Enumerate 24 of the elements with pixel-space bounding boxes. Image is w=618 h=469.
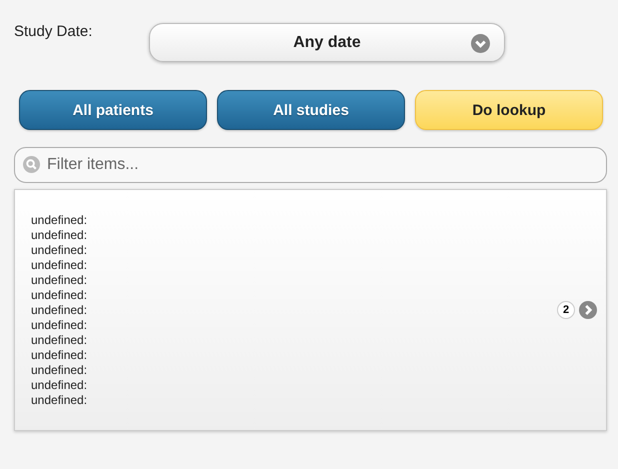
item-line: undefined: — [31, 332, 88, 348]
item-line: undefined: — [31, 362, 88, 378]
filter-field[interactable]: Filter items... — [14, 147, 607, 183]
item-line: undefined: — [31, 212, 88, 228]
item-line: undefined: — [31, 318, 88, 332]
list-item[interactable]: undefined: undefined: undefined: undefined: undefined: undefined: undefined: undefined: undefined: undefined: undefined: undefined: undefined: 2 — [14, 189, 607, 431]
chevron-right-icon — [579, 301, 597, 319]
item-line: undefined: — [31, 288, 88, 302]
item-line: undefined: — [31, 242, 88, 258]
action-button[interactable]: All studies — [217, 90, 405, 130]
count-badge: 2 — [557, 301, 575, 319]
action-button[interactable]: All patients — [19, 90, 207, 130]
study-date-label: Study Date: — [14, 23, 94, 40]
study-date-select[interactable]: Any date — [149, 23, 505, 62]
item-line: undefined: — [31, 272, 88, 288]
item-line: undefined: — [31, 392, 88, 408]
item-line: undefined: — [31, 228, 88, 242]
item-line: undefined: — [31, 258, 88, 272]
action-button[interactable]: Do lookup — [415, 90, 603, 130]
chevron-down-icon — [471, 34, 490, 53]
item-line: undefined: — [31, 302, 88, 318]
item-line: undefined: — [31, 348, 88, 362]
item-line: undefined: — [31, 378, 88, 392]
search-icon — [23, 156, 40, 173]
